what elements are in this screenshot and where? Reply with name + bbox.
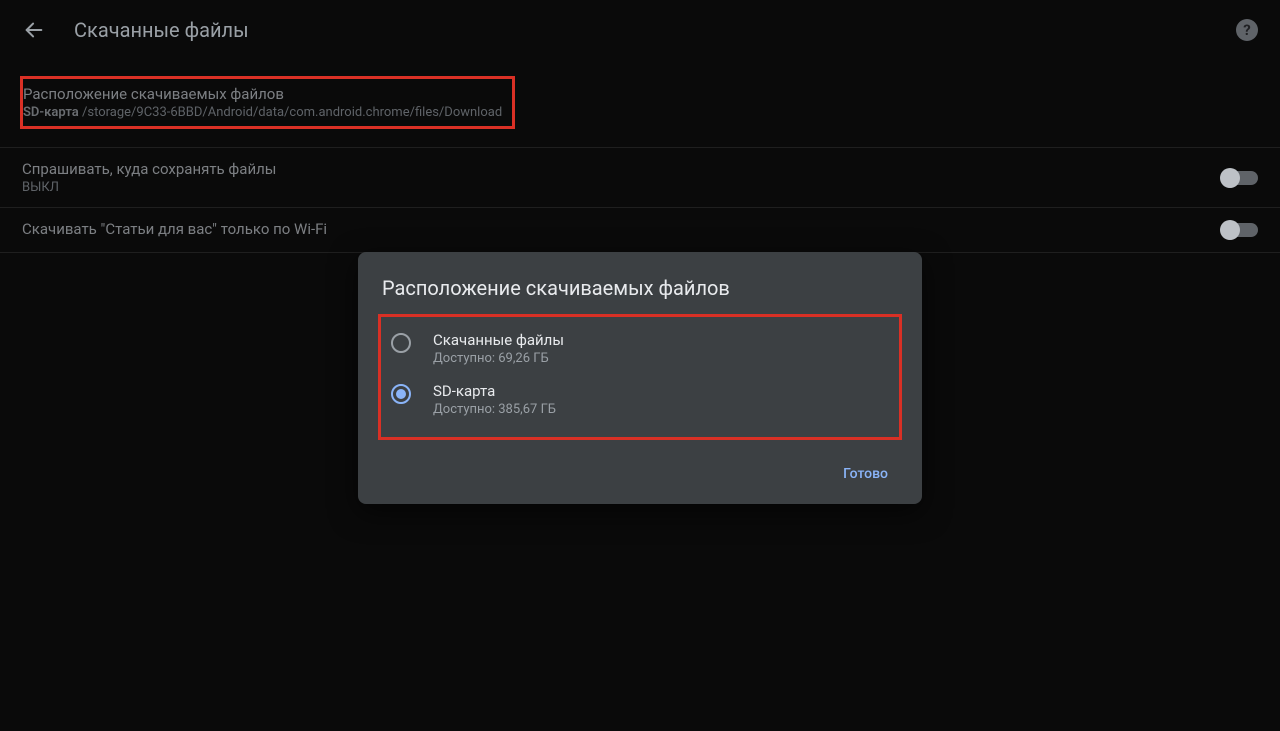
done-button[interactable]: Готово: [833, 458, 898, 490]
option-detail: Доступно: 385,67 ГБ: [433, 402, 556, 417]
radio-unselected-icon: [391, 333, 411, 353]
option-sd-card[interactable]: SD-карта Доступно: 385,67 ГБ: [381, 374, 899, 425]
option-text: Скачанные файлы Доступно: 69,26 ГБ: [433, 331, 564, 366]
radio-selected-icon: [391, 384, 411, 404]
annotation-highlight: Скачанные файлы Доступно: 69,26 ГБ SD-ка…: [378, 314, 902, 440]
option-label: Скачанные файлы: [433, 331, 564, 349]
dialog-title: Расположение скачиваемых файлов: [382, 276, 898, 300]
dialog-actions: Готово: [382, 454, 898, 490]
option-label: SD-карта: [433, 382, 556, 400]
option-downloads-folder[interactable]: Скачанные файлы Доступно: 69,26 ГБ: [381, 323, 899, 374]
option-detail: Доступно: 69,26 ГБ: [433, 351, 564, 366]
download-location-dialog: Расположение скачиваемых файлов Скачанны…: [358, 252, 922, 504]
option-text: SD-карта Доступно: 385,67 ГБ: [433, 382, 556, 417]
